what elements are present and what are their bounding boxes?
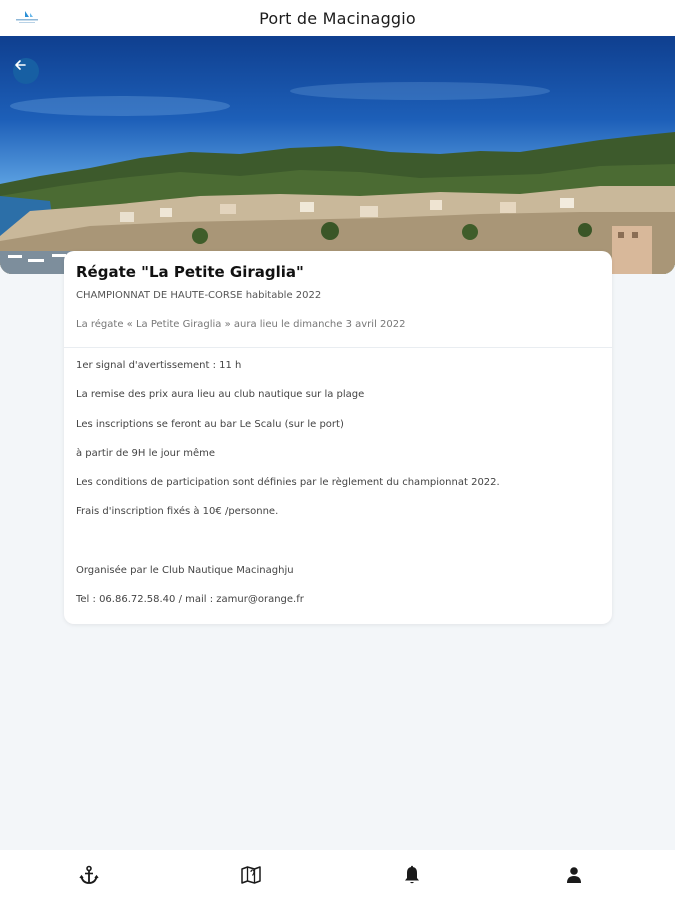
event-detail-line: Frais d'inscription fixés à 10€ /personn…	[76, 506, 279, 518]
event-contact: Tel : 06.86.72.58.40 / mail : zamur@oran…	[76, 594, 304, 606]
event-organizer: Organisée par le Club Nautique Macinaghj…	[76, 565, 294, 577]
event-detail-spacer	[76, 536, 600, 565]
event-detail-line: La remise des prix aura lieu au club nau…	[76, 389, 365, 401]
event-detail-line: Les conditions de participation sont déf…	[76, 477, 500, 489]
event-title: Régate "La Petite Giraglia"	[76, 263, 304, 281]
nav-item-notifications[interactable]	[399, 862, 425, 888]
page-title: Port de Macinaggio	[259, 8, 416, 28]
nav-item-profile[interactable]	[561, 862, 587, 888]
event-summary: La régate « La Petite Giraglia » aura li…	[76, 319, 406, 330]
event-detail-line: à partir de 9H le jour même	[76, 447, 216, 459]
user-icon	[567, 867, 581, 883]
back-button[interactable]	[13, 58, 39, 84]
nav-item-port[interactable]	[76, 862, 102, 888]
app-root: Port de Macinaggio Régate "La Petite Gir…	[0, 0, 675, 900]
top-app-bar: Port de Macinaggio	[0, 0, 675, 36]
arrow-left-icon	[15, 60, 26, 70]
bell-icon	[405, 865, 419, 884]
map-icon	[241, 866, 261, 884]
port-logo	[10, 6, 44, 28]
hero-image	[0, 36, 675, 274]
event-card-header: Régate "La Petite Giraglia" CHAMPIONNAT …	[64, 251, 612, 348]
event-detail-line: 1er signal d'avertissement : 11 h	[76, 360, 242, 371]
event-details: 1er signal d'avertissement : 11 h La rem…	[64, 348, 612, 624]
bottom-navigation	[0, 850, 675, 900]
event-card: Régate "La Petite Giraglia" CHAMPIONNAT …	[64, 251, 612, 624]
nav-item-map[interactable]	[238, 862, 264, 888]
event-subtitle: CHAMPIONNAT DE HAUTE-CORSE habitable 202…	[76, 290, 322, 301]
anchor-icon	[79, 865, 99, 884]
event-detail-line: Les inscriptions se feront au bar Le Sca…	[76, 418, 344, 430]
